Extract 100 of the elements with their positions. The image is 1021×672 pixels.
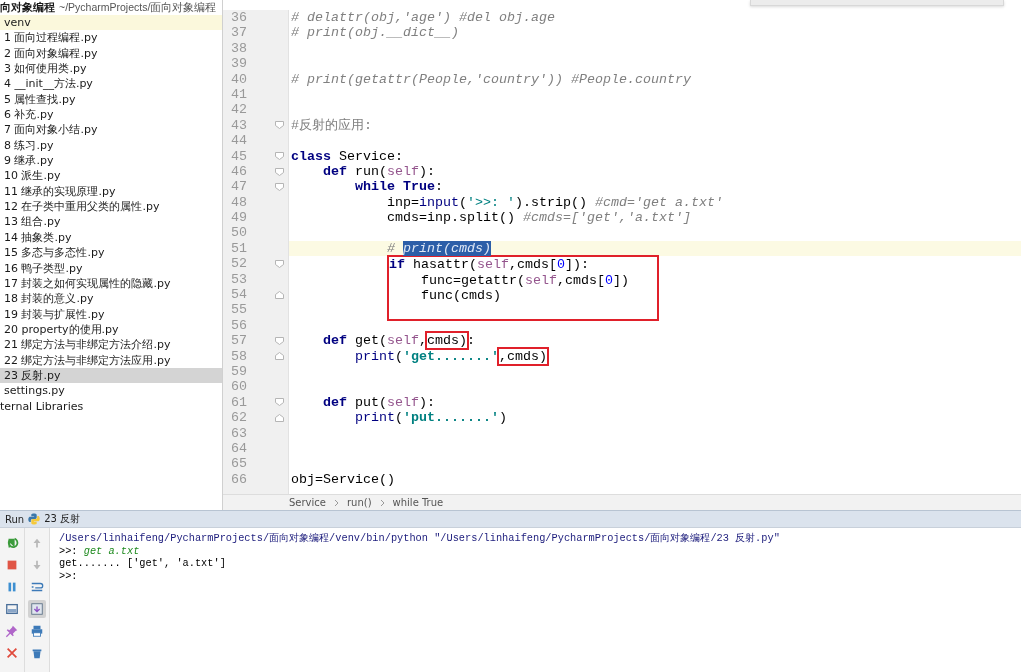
code-token: def [322, 394, 347, 410]
file-item[interactable]: 8 练习.py [0, 137, 222, 154]
code-token: run( [354, 163, 387, 179]
file-item[interactable]: 21 绑定方法与非绑定方法介绍.py [0, 337, 222, 353]
line-number: 46 [230, 163, 248, 180]
fold-icon[interactable] [275, 398, 284, 407]
fold-icon[interactable] [275, 152, 284, 161]
folder-item[interactable]: venv [0, 15, 222, 31]
code-token: # print(getattr(People,'country')) #People.country [291, 71, 691, 87]
file-item[interactable]: 15 多态与多态性.py [0, 245, 222, 261]
code-token: 'get.......' [403, 348, 499, 364]
file-item[interactable]: 5 属性查找.py [0, 91, 222, 108]
code-token: ): [419, 394, 435, 410]
code-token: obj=Service() [291, 471, 395, 487]
fold-end-icon[interactable] [275, 290, 284, 299]
line-number: 62 [230, 410, 248, 426]
line-number: 59 [230, 364, 248, 380]
print-button[interactable] [30, 624, 44, 638]
line-number: 44 [230, 133, 248, 149]
code-token: Service: [338, 148, 403, 164]
line-number: 56 [230, 317, 248, 334]
run-config-name[interactable]: 23 反射 [44, 512, 81, 526]
line-number: 54 [230, 287, 248, 303]
fold-icon[interactable] [275, 121, 284, 130]
file-item[interactable]: 2 面向对象编程.py [0, 45, 222, 62]
file-item[interactable]: 3 如何使用类.py [0, 61, 222, 77]
code-token: #cmd='get a.txt' [594, 194, 723, 210]
console-input-text: get a.txt [83, 544, 140, 557]
code-token: hasattr( [412, 257, 477, 273]
file-item[interactable]: 9 继承.py [0, 153, 222, 169]
line-number: 48 [230, 194, 248, 211]
code-token: : [467, 333, 475, 349]
code-token: func=getattr( [420, 272, 525, 288]
code-token: ( [459, 194, 467, 210]
file-item[interactable]: 7 面向对象小结.py [0, 122, 222, 138]
file-item[interactable]: 16 鸭子类型.py [0, 260, 222, 276]
file-item[interactable]: 11 继承的实现原理.py [0, 183, 222, 200]
code-token: ]) [613, 272, 629, 288]
code-token: self [525, 272, 557, 288]
code-token: if [389, 257, 405, 273]
line-number: 55 [230, 302, 248, 318]
console-line: /Users/linhaifeng/PycharmProjects/面向对象编程/venv/bin/python "/Users/linhaifeng/PycharmProjects/面向对象编程/23 反射.py" [59, 532, 781, 545]
fold-icon[interactable] [275, 336, 284, 345]
file-item[interactable]: 17 封装之如何实现属性的隐藏.py [0, 275, 222, 292]
code-token: while True [354, 179, 435, 195]
fold-end-icon[interactable] [275, 352, 284, 361]
code-token: cmds) [427, 333, 467, 349]
breadcrumb[interactable]: Service [289, 497, 326, 508]
line-number: 43 [230, 117, 248, 134]
file-item[interactable]: 10 派生.py [0, 168, 222, 184]
code-token: print [354, 348, 395, 364]
code-token: inp= [385, 194, 419, 210]
stop-button[interactable] [5, 558, 19, 572]
file-item[interactable]: 4 __init__方法.py [0, 76, 222, 92]
code-token: # delattr(obj,'age') #del obj.age [291, 10, 555, 25]
code-token: '>>: ' [467, 194, 515, 210]
chevron-icon [333, 498, 339, 507]
line-number: 61 [230, 394, 248, 411]
code-token: def [322, 333, 347, 349]
file-item[interactable]: 19 封装与扩展性.py [0, 306, 222, 322]
file-item[interactable]: 1 面向过程编程.py [0, 30, 222, 46]
fold-icon[interactable] [275, 183, 284, 191]
soft-wrap-button[interactable] [30, 580, 44, 594]
breadcrumb[interactable]: run() [346, 497, 372, 508]
file-item[interactable]: 14 抽象类.py [0, 229, 222, 246]
file-item[interactable]: 6 补充.py [0, 107, 222, 123]
close-button[interactable] [5, 646, 19, 660]
code-token: ( [395, 410, 403, 426]
project-name: 向对象编程 [0, 0, 55, 15]
code-token: self [387, 394, 419, 410]
file-item[interactable]: 13 组合.py [0, 214, 222, 230]
file-item[interactable]: settings.py [0, 383, 222, 399]
chevron-icon [379, 498, 385, 507]
file-item[interactable]: 22 绑定方法与非绑定方法应用.py [0, 352, 222, 368]
breadcrumb[interactable]: while True [392, 497, 444, 508]
line-number: 57 [230, 333, 248, 349]
layout-button[interactable] [5, 602, 19, 616]
line-number: 36 [230, 10, 248, 26]
code-token: , [419, 333, 427, 349]
file-item[interactable]: 18 封装的意义.py [0, 291, 222, 307]
line-number: 39 [230, 56, 248, 72]
fold-icon[interactable] [275, 167, 284, 176]
code-token: input [419, 194, 459, 210]
code-token: 0 [557, 257, 565, 273]
line-number: 45 [230, 148, 248, 164]
line-number: 52 [230, 256, 248, 272]
code-token: # [385, 240, 396, 256]
library-item[interactable]: ternal Libraries [0, 398, 222, 414]
fold-end-icon[interactable] [275, 413, 284, 422]
line-number: 38 [230, 40, 248, 57]
python-icon [28, 513, 41, 525]
pin-button[interactable] [5, 624, 19, 638]
file-item[interactable]: 12 在子类中重用父类的属性.py [0, 199, 222, 215]
rerun-button[interactable] [5, 536, 19, 550]
code-token: ): [419, 163, 435, 179]
code-token: ).strip() [515, 194, 588, 210]
file-item[interactable]: 23 反射.py [0, 367, 222, 384]
fold-icon[interactable] [275, 259, 284, 268]
code-token: ,cmds[ [557, 272, 605, 288]
file-item[interactable]: 20 property的使用.py [0, 321, 222, 338]
